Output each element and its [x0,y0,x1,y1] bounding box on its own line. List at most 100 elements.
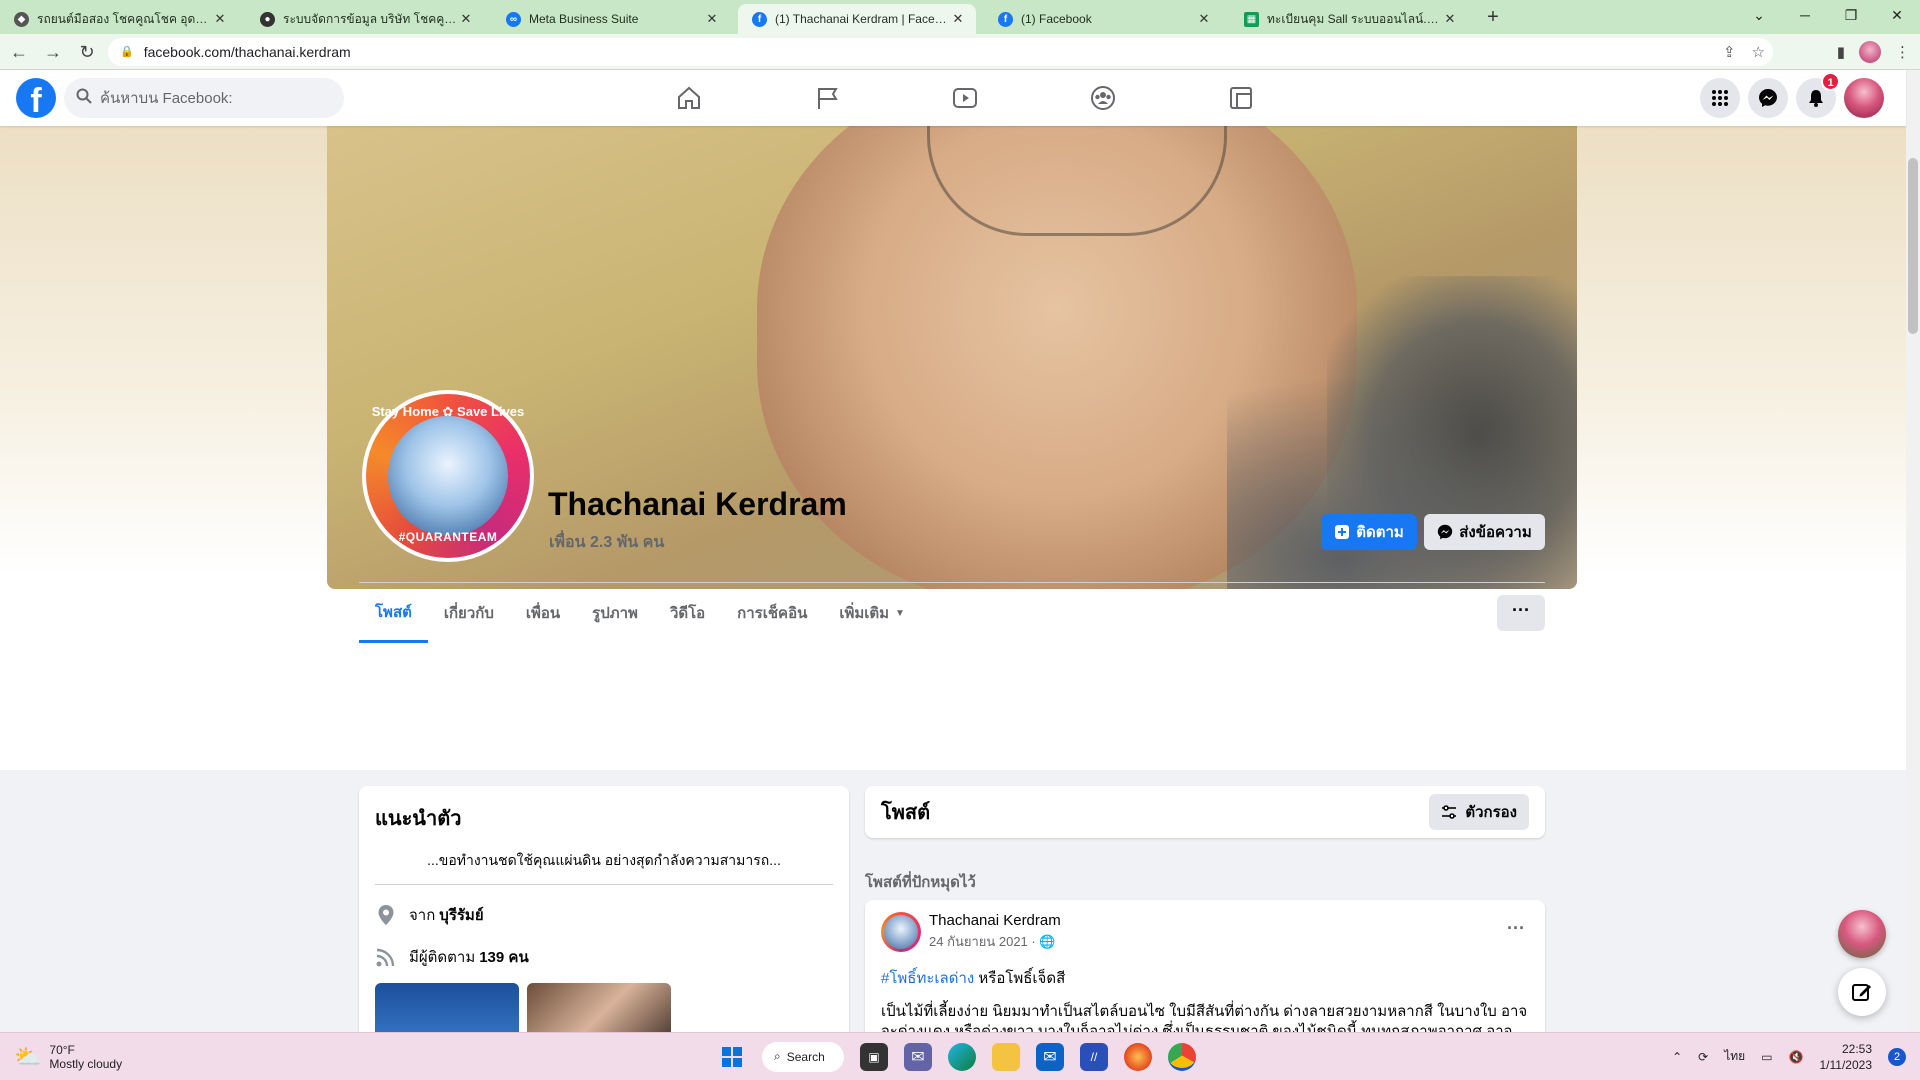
profile-friend-count[interactable]: เพื่อน 2.3 พัน คน [549,530,664,555]
browser-menu-icon[interactable]: ⋮ [1895,43,1910,61]
scrollbar-thumb[interactable] [1908,158,1918,334]
share-icon[interactable]: ⇪ [1723,43,1736,61]
tab-close-icon[interactable]: ✕ [458,11,474,27]
cover-photo-suit [1227,376,1577,589]
edge-browser-icon[interactable] [948,1042,976,1071]
page-scrollbar[interactable] [1906,70,1920,1032]
new-message-compose-icon[interactable] [1838,968,1886,1016]
nav-groups-icon[interactable] [1034,70,1172,126]
reload-icon[interactable]: ↻ [72,37,102,67]
post-date[interactable]: 24 กันยายน 2021 [929,934,1028,949]
nav-pages-flag-icon[interactable] [758,70,896,126]
profile-frame-bottom-text: #QUARANTEAM [398,530,498,544]
menu-grid-icon[interactable] [1700,78,1740,118]
bookmark-star-icon[interactable]: ☆ [1752,43,1765,61]
tab-posts[interactable]: โพสต์ [359,583,428,643]
tab-checkins[interactable]: การเช็คอิน [721,583,823,643]
windows-start-icon[interactable] [718,1043,746,1071]
post-options-icon[interactable]: ··· [1507,918,1525,939]
browser-tab-3[interactable]: ∞ Meta Business Suite ✕ [492,4,730,34]
minimize-icon[interactable]: ─ [1782,0,1828,30]
browser-profile-avatar[interactable] [1859,40,1881,63]
tray-expand-icon[interactable]: ⌃ [1672,1050,1682,1064]
tab-friends[interactable]: เพื่อน [510,583,576,643]
tab-favicon-icon: ∞ [506,11,521,27]
tab-title: ทะเบียนคุม Sall ระบบออนไลน์.xlsx - Googl… [1267,11,1442,26]
follow-button[interactable]: ติดตาม [1321,514,1417,550]
intro-from-place[interactable]: บุรีรัมย์ [439,903,483,927]
partly-cloudy-icon: ⛅ [14,1043,42,1069]
task-view-icon[interactable]: ▣ [860,1042,888,1071]
browser-tab-4[interactable]: f (1) Thachanai Kerdram | Facebook ✕ [738,4,976,34]
nav-watch-icon[interactable] [896,70,1034,126]
new-tab-icon[interactable]: + [1480,5,1506,31]
notification-center-badge[interactable]: 2 [1888,1047,1906,1066]
profile-picture[interactable]: Stay Home ✿ Save Lives #QUARANTEAM [362,390,534,562]
profile-tabs: โพสต์ เกี่ยวกับ เพื่อน รูปภาพ วิดีโอ การ… [359,583,921,643]
floating-contact-avatar[interactable] [1838,910,1886,958]
tab-photos[interactable]: รูปภาพ [576,583,654,643]
profile-photo [388,416,508,536]
filter-label: ตัวกรอง [1465,804,1517,821]
volume-muted-icon[interactable]: 🔇 [1789,1050,1804,1064]
post-author-avatar[interactable] [881,912,921,952]
notifications-bell-icon[interactable]: 1 [1796,72,1840,118]
follow-plus-icon [1335,525,1350,539]
taskbar-search[interactable]: ⌕ Search [762,1041,844,1072]
profile-more-options-button[interactable]: ··· [1497,595,1545,631]
close-window-icon[interactable]: ✕ [1874,0,1920,30]
forward-icon[interactable]: → [38,37,68,67]
teams-chat-icon[interactable]: ✉ [904,1042,932,1071]
tab-close-icon[interactable]: ✕ [212,11,228,27]
tab-more[interactable]: เพิ่มเติม ▼ [823,583,921,643]
intro-followers-prefix: มีผู้ติดตาม [409,949,476,966]
post-hashtag[interactable]: #โพธิ์ทะเลด่าง [881,970,974,987]
firefox-icon[interactable] [1124,1042,1152,1071]
tab-close-icon[interactable]: ✕ [950,11,966,27]
tab-close-icon[interactable]: ✕ [1196,11,1212,27]
browser-tab-5[interactable]: f (1) Facebook ✕ [984,4,1222,34]
sync-icon[interactable]: ⟳ [1698,1050,1708,1064]
lock-icon[interactable]: 🔒 [120,45,134,58]
tab-close-icon[interactable]: ✕ [1442,11,1458,27]
tab-close-icon[interactable]: ✕ [704,11,720,27]
browser-tab-6[interactable]: ▦ ทะเบียนคุม Sall ระบบออนไลน์.xlsx - Goo… [1230,4,1468,34]
tab-title: Meta Business Suite [529,12,639,26]
filter-button[interactable]: ตัวกรอง [1429,794,1529,830]
tab-videos[interactable]: วิดีโอ [654,583,721,643]
post-author-name[interactable]: Thachanai Kerdram [929,912,1061,929]
file-explorer-icon[interactable] [992,1042,1020,1071]
intro-from-prefix: จาก [409,907,436,924]
network-icon[interactable]: ▭ [1761,1050,1772,1064]
account-avatar[interactable] [1844,78,1884,118]
tab-favicon-icon: ▦ [1244,11,1259,27]
side-panel-icon[interactable]: ▮ [1837,43,1845,61]
back-icon[interactable]: ← [4,37,34,67]
facebook-logo-icon[interactable]: f [16,78,56,118]
visual-studio-icon[interactable]: // [1080,1042,1108,1071]
intro-followers-count[interactable]: 139 คน [479,945,528,969]
tab-search-icon[interactable]: ⌄ [1736,0,1782,30]
post-tagline: #โพธิ์ทะเลด่าง หรือโพธิ์เจ็ดสี [881,966,1529,990]
weather-widget[interactable]: ⛅ 70°F Mostly cloudy [14,1043,122,1071]
tab-about[interactable]: เกี่ยวกับ [428,583,510,643]
post-tag-suffix: หรือโพธิ์เจ็ดสี [978,970,1066,987]
url-input[interactable]: 🔒 facebook.com/thachanai.kerdram ⇪ ☆ [108,37,1773,66]
send-message-button[interactable]: ส่งข้อความ [1424,514,1545,550]
chrome-icon[interactable] [1168,1042,1196,1071]
nav-gaming-icon[interactable] [1172,70,1310,126]
tab-title: ระบบจัดการข้อมูล บริษัท โชคคูณโชค [283,11,458,26]
messenger-icon[interactable] [1748,78,1788,118]
nav-home-icon[interactable] [620,70,758,126]
mail-icon[interactable]: ✉ [1036,1042,1064,1071]
restore-icon[interactable]: ❐ [1828,0,1874,30]
post-privacy-globe-icon[interactable]: · 🌐 [1031,934,1055,949]
taskbar-clock[interactable]: 22:53 1/11/2023 [1820,1041,1873,1073]
browser-tab-2[interactable]: ● ระบบจัดการข้อมูล บริษัท โชคคูณโชค ✕ [246,4,484,34]
browser-tab-1[interactable]: ◆ รถยนต์มือสอง โชคคูณโชค อุดรธานี ✕ [0,4,238,34]
tab-title: รถยนต์มือสอง โชคคูณโชค อุดรธานี [37,11,212,26]
input-language[interactable]: ไทย [1724,1047,1745,1066]
facebook-search-input[interactable]: ค้นหาบน Facebook: [64,78,344,118]
posts-title: โพสต์ [881,802,931,824]
profile-frame: Stay Home ✿ Save Lives #QUARANTEAM [366,394,530,558]
